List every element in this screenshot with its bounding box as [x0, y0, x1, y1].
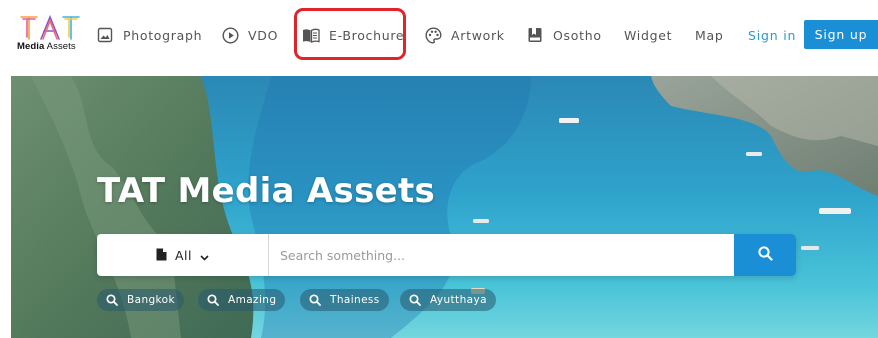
nav-item-widget[interactable]: Widget [624, 22, 672, 48]
chevron-down-icon [200, 246, 209, 265]
search-icon [309, 294, 321, 306]
tag-chip-ayutthaya[interactable]: Ayutthaya [400, 289, 496, 311]
nav-item-osotho[interactable]: Osotho [526, 22, 602, 48]
nav-item-label: Widget [624, 27, 673, 43]
nav-item-label: VDO [248, 27, 279, 43]
e-brochure-highlight-frame [294, 8, 406, 60]
nav-item-label: Map [695, 27, 724, 43]
nav-item-artwork[interactable]: Artwork [424, 22, 505, 48]
tag-chip-amazing[interactable]: Amazing [198, 289, 286, 311]
search-category-dropdown[interactable]: All [97, 234, 269, 276]
nav-item-label: Photograph [123, 27, 203, 43]
logo-wordmark: Media Assets [17, 41, 76, 52]
sign-up-button[interactable]: Sign up [804, 20, 878, 49]
tag-chip-label: Ayutthaya [430, 294, 487, 306]
nav-item-label: Osotho [553, 27, 602, 43]
sign-in-link[interactable]: Sign in [748, 22, 796, 48]
tag-chip-label: Bangkok [127, 294, 175, 306]
search-icon [106, 294, 118, 306]
top-navigation-bar: Media Assets Photograph VDO E-Brochure A… [0, 0, 878, 70]
tag-chip-thainess[interactable]: Thainess [300, 289, 389, 311]
tag-chip-label: Thainess [330, 294, 380, 306]
nav-item-photograph[interactable]: Photograph [96, 22, 202, 48]
search-input[interactable] [270, 234, 732, 276]
nav-item-vdo[interactable]: VDO [221, 22, 278, 48]
tag-chip-label: Amazing [228, 294, 277, 306]
hero-title: TAT Media Assets [97, 171, 436, 211]
nav-item-label: Artwork [451, 27, 505, 43]
search-icon [207, 294, 219, 306]
play-circle-icon [221, 26, 239, 44]
document-icon [156, 246, 167, 265]
search-category-label: All [175, 247, 192, 263]
search-icon [757, 245, 773, 265]
tat-media-assets-logo[interactable]: Media Assets [17, 14, 83, 54]
bookmark-square-icon [526, 26, 544, 44]
search-bar: All [97, 234, 796, 276]
tag-chip-bangkok[interactable]: Bangkok [97, 289, 184, 311]
image-icon [96, 26, 114, 44]
search-button[interactable] [734, 234, 796, 276]
nav-item-map[interactable]: Map [695, 22, 723, 48]
hero-banner: TAT Media Assets All Bangkok Amazing [11, 76, 878, 338]
search-icon [409, 294, 421, 306]
palette-icon [424, 26, 442, 44]
tat-logo-mark [20, 14, 80, 40]
